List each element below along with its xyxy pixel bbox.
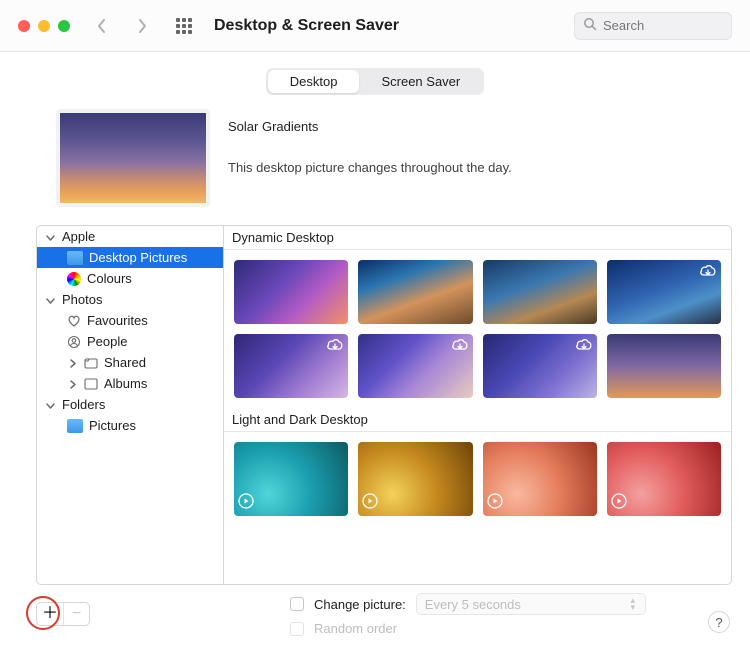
wallpaper-preview-thumbnail bbox=[56, 109, 210, 207]
sidebar-item-favourites[interactable]: Favourites bbox=[37, 310, 223, 331]
download-icon bbox=[699, 264, 717, 281]
dynamic-desktop-thumbnails bbox=[224, 250, 731, 408]
window-title: Desktop & Screen Saver bbox=[214, 17, 399, 35]
download-icon bbox=[451, 338, 469, 355]
chevron-down-icon bbox=[45, 294, 56, 305]
segmented-control: Desktop Screen Saver bbox=[266, 68, 484, 95]
change-interval-popup[interactable]: Every 5 seconds ▲▼ bbox=[416, 593, 646, 615]
album-icon bbox=[84, 378, 98, 390]
play-icon bbox=[238, 493, 254, 512]
minimize-window-button[interactable] bbox=[38, 20, 50, 32]
sidebar-item-label: People bbox=[87, 334, 127, 349]
wallpaper-thumbnail[interactable] bbox=[358, 260, 472, 324]
chevron-updown-icon: ▲▼ bbox=[629, 597, 637, 611]
tab-desktop[interactable]: Desktop bbox=[268, 70, 360, 93]
download-icon bbox=[575, 338, 593, 355]
sidebar-item-label: Colours bbox=[87, 271, 132, 286]
search-input[interactable] bbox=[603, 18, 723, 33]
wallpaper-thumbnail[interactable] bbox=[483, 260, 597, 324]
chevron-down-icon bbox=[45, 231, 56, 242]
folder-icon bbox=[67, 251, 83, 265]
forward-button[interactable] bbox=[136, 18, 148, 34]
fullscreen-window-button[interactable] bbox=[58, 20, 70, 32]
wallpaper-grid: Dynamic Desktop Light and Dark Desktop bbox=[224, 225, 732, 585]
folder-icon bbox=[67, 419, 83, 433]
change-interval-value: Every 5 seconds bbox=[425, 597, 521, 612]
wallpaper-thumbnail[interactable] bbox=[607, 334, 721, 398]
wallpaper-description: This desktop picture changes throughout … bbox=[228, 160, 512, 175]
wallpaper-thumbnail[interactable] bbox=[234, 260, 348, 324]
add-folder-button[interactable]: ＋ bbox=[37, 603, 63, 625]
close-window-button[interactable] bbox=[18, 20, 30, 32]
toolbar: Desktop & Screen Saver bbox=[0, 0, 750, 52]
play-icon bbox=[362, 493, 378, 512]
search-icon bbox=[583, 17, 597, 34]
tab-screen-saver[interactable]: Screen Saver bbox=[359, 70, 482, 93]
random-order-checkbox bbox=[290, 622, 304, 636]
sidebar-item-shared[interactable]: Shared bbox=[37, 352, 223, 373]
wallpaper-thumbnail[interactable] bbox=[607, 442, 721, 516]
person-icon bbox=[67, 335, 81, 349]
sidebar-item-label: Pictures bbox=[89, 418, 136, 433]
sidebar-group-apple[interactable]: Apple bbox=[37, 226, 223, 247]
source-list: Apple Desktop Pictures Colours Photos Fa… bbox=[36, 225, 224, 585]
sidebar-group-folders[interactable]: Folders bbox=[37, 394, 223, 415]
window-controls bbox=[18, 20, 70, 32]
section-light-dark-desktop: Light and Dark Desktop bbox=[224, 408, 731, 432]
remove-folder-button[interactable]: − bbox=[63, 603, 89, 625]
wallpaper-thumbnail[interactable] bbox=[234, 334, 348, 398]
footer: ＋ − Change picture: Every 5 seconds ▲▼ R… bbox=[0, 585, 750, 636]
sidebar-item-desktop-pictures[interactable]: Desktop Pictures bbox=[37, 247, 223, 268]
download-icon bbox=[326, 338, 344, 355]
random-order-label: Random order bbox=[314, 621, 397, 636]
sidebar-item-label: Folders bbox=[62, 397, 105, 412]
help-button[interactable]: ? bbox=[708, 611, 730, 633]
wallpaper-thumbnail[interactable] bbox=[358, 334, 472, 398]
wallpaper-name: Solar Gradients bbox=[228, 119, 512, 134]
sidebar-group-photos[interactable]: Photos bbox=[37, 289, 223, 310]
search-field[interactable] bbox=[574, 12, 732, 40]
change-picture-label: Change picture: bbox=[314, 597, 406, 612]
sidebar-item-label: Favourites bbox=[87, 313, 148, 328]
nav-group bbox=[96, 18, 148, 34]
show-all-icon[interactable] bbox=[176, 18, 192, 34]
sidebar-item-people[interactable]: People bbox=[37, 331, 223, 352]
chevron-down-icon bbox=[45, 399, 56, 410]
chevron-right-icon bbox=[67, 378, 78, 389]
wallpaper-thumbnail[interactable] bbox=[358, 442, 472, 516]
play-icon bbox=[611, 493, 627, 512]
heart-icon bbox=[67, 314, 81, 328]
change-picture-checkbox[interactable] bbox=[290, 597, 304, 611]
main-split: Apple Desktop Pictures Colours Photos Fa… bbox=[0, 225, 750, 585]
sidebar-item-label: Shared bbox=[104, 355, 146, 370]
wallpaper-preview-text: Solar Gradients This desktop picture cha… bbox=[228, 109, 512, 207]
colour-wheel-icon bbox=[67, 272, 81, 286]
add-remove-folder: ＋ − bbox=[36, 602, 90, 626]
sidebar-item-label: Albums bbox=[104, 376, 147, 391]
light-dark-thumbnails bbox=[224, 432, 731, 526]
sidebar-item-label: Apple bbox=[62, 229, 95, 244]
section-dynamic-desktop: Dynamic Desktop bbox=[224, 226, 731, 250]
sidebar-item-label: Desktop Pictures bbox=[89, 250, 187, 265]
current-wallpaper-preview: Solar Gradients This desktop picture cha… bbox=[0, 109, 750, 225]
tabs-row: Desktop Screen Saver bbox=[0, 52, 750, 109]
wallpaper-thumbnail[interactable] bbox=[483, 442, 597, 516]
play-icon bbox=[487, 493, 503, 512]
wallpaper-thumbnail[interactable] bbox=[483, 334, 597, 398]
sidebar-item-albums[interactable]: Albums bbox=[37, 373, 223, 394]
wallpaper-thumbnail[interactable] bbox=[607, 260, 721, 324]
sidebar-item-pictures[interactable]: Pictures bbox=[37, 415, 223, 436]
back-button[interactable] bbox=[96, 18, 108, 34]
sidebar-item-label: Photos bbox=[62, 292, 102, 307]
shared-folder-icon bbox=[84, 357, 98, 369]
chevron-right-icon bbox=[67, 357, 78, 368]
wallpaper-thumbnail[interactable] bbox=[234, 442, 348, 516]
sidebar-item-colours[interactable]: Colours bbox=[37, 268, 223, 289]
